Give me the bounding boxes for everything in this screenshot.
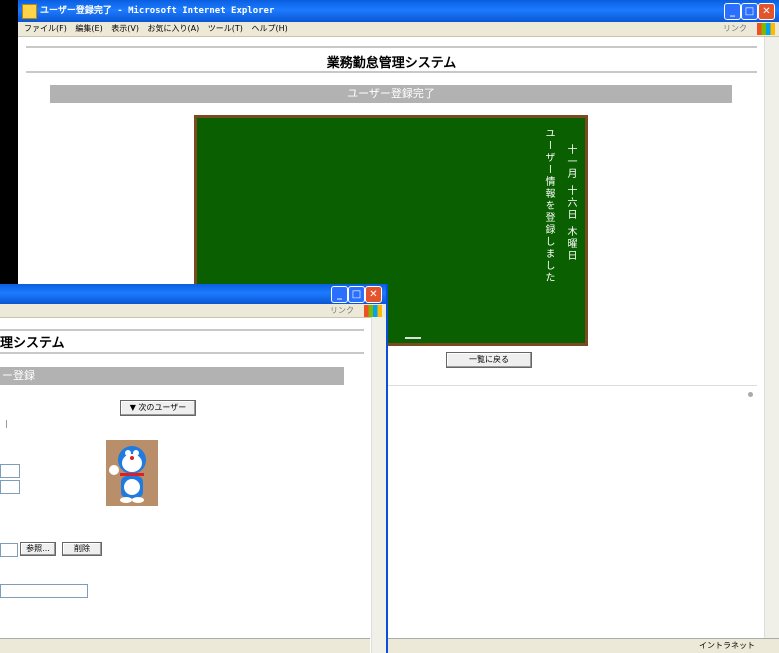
- front-windows-logo-icon: [364, 305, 382, 317]
- front-minimize-button[interactable]: _: [331, 286, 348, 303]
- front-close-button[interactable]: ✕: [365, 286, 382, 303]
- chalkboard-date: 十一月 十六日 木曜日: [565, 144, 576, 263]
- front-section-header: ー登録: [0, 367, 344, 385]
- chalkboard-message: ユーザー情報を登録しました: [543, 128, 554, 284]
- top-rule: [26, 46, 757, 48]
- front-vertical-scrollbar[interactable]: [371, 317, 386, 653]
- front-section-title: ー登録: [2, 369, 35, 382]
- text-field-3[interactable]: [0, 584, 88, 598]
- front-top-rule: [0, 329, 364, 331]
- title-rule: [26, 71, 757, 73]
- front-system-title: 理システム: [0, 336, 65, 351]
- chalk-piece: [405, 337, 421, 339]
- vertical-scrollbar[interactable]: [764, 37, 779, 639]
- user-photo: [106, 440, 158, 506]
- status-zone: イントラネット: [699, 641, 755, 650]
- minimize-button[interactable]: _: [724, 3, 741, 20]
- field-label-fragment: [0, 420, 7, 428]
- menu-file[interactable]: ファイル(F): [24, 24, 67, 33]
- front-maximize-button[interactable]: □: [348, 286, 365, 303]
- bottom-rule: [378, 385, 757, 386]
- system-title: 業務勤怠管理システム: [326, 56, 457, 71]
- close-button[interactable]: ✕: [758, 3, 775, 20]
- next-user-button[interactable]: ▼ 次のユーザー: [120, 400, 196, 416]
- menu-tools[interactable]: ツール(T): [208, 24, 243, 33]
- back-to-list-button[interactable]: 一覧に戻る: [446, 352, 532, 368]
- menu-edit[interactable]: 編集(E): [75, 24, 102, 33]
- menu-view[interactable]: 表示(V): [111, 24, 139, 33]
- title-bar: ユーザー登録完了 - Microsoft Internet Explorer _…: [18, 0, 779, 22]
- menu-favorites[interactable]: お気に入り(A): [148, 24, 200, 33]
- section-header: ユーザー登録完了: [50, 85, 732, 103]
- windows-logo-icon: [757, 23, 775, 35]
- doraemon-figure-icon: [109, 446, 146, 503]
- text-field-2[interactable]: [0, 480, 20, 494]
- page-end-icon: [748, 392, 753, 397]
- front-browser-window: _ □ ✕ リンク 理システム ー登録 ▼ 次のユーザー 参照... 削除: [0, 284, 388, 653]
- browse-button[interactable]: 参照...: [20, 542, 56, 556]
- links-label[interactable]: リンク: [723, 22, 747, 36]
- maximize-button[interactable]: □: [741, 3, 758, 20]
- front-title-rule: [0, 352, 364, 354]
- menu-bar: ファイル(F) 編集(E) 表示(V) お気に入り(A) ツール(T) ヘルプ(…: [18, 22, 779, 37]
- ie-icon: [22, 4, 37, 19]
- front-title-bar: _ □ ✕: [0, 284, 386, 304]
- window-title: ユーザー登録完了 - Microsoft Internet Explorer: [40, 6, 275, 16]
- text-field-1[interactable]: [0, 464, 20, 478]
- front-status-bar: [0, 638, 370, 653]
- front-menu-bar: リンク: [0, 304, 386, 318]
- front-links-label[interactable]: リンク: [330, 304, 354, 318]
- delete-button[interactable]: 削除: [62, 542, 102, 556]
- file-path-input[interactable]: [0, 543, 18, 557]
- menu-help[interactable]: ヘルプ(H): [251, 24, 287, 33]
- section-title: ユーザー登録完了: [347, 87, 435, 100]
